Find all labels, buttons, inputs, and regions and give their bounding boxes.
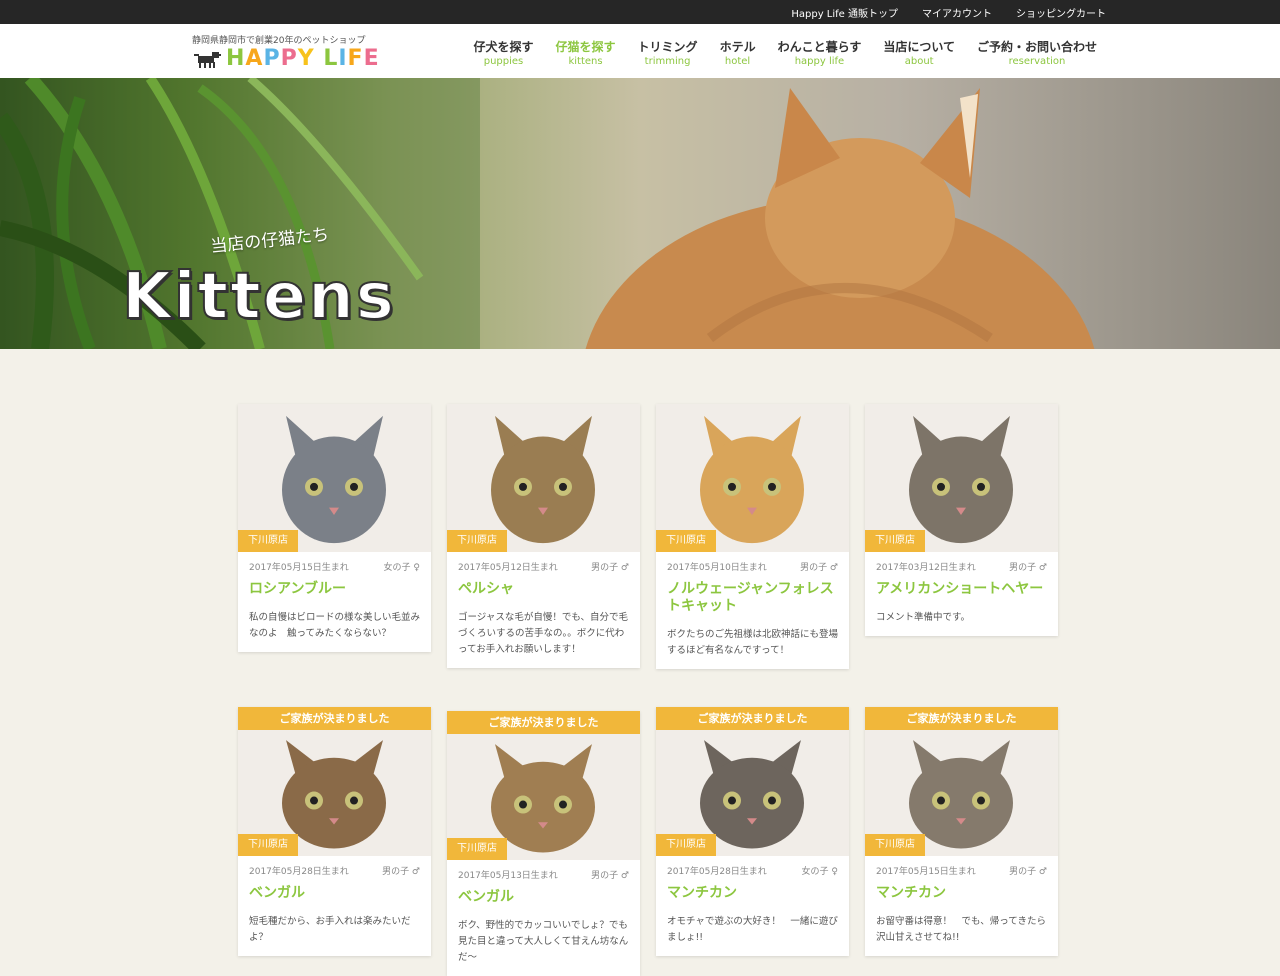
nav-about[interactable]: 当店について about bbox=[872, 39, 966, 69]
shop-top-link[interactable]: Happy Life 通販トップ bbox=[791, 5, 898, 20]
hero-banner: 当店の仔猫たち Kittens bbox=[0, 78, 1280, 349]
my-account-link[interactable]: マイアカウント bbox=[922, 5, 992, 20]
store-label: 下川原店 bbox=[865, 530, 925, 552]
kitten-photo[interactable]: 下川原店 bbox=[865, 730, 1058, 856]
birth-date: 2017年03月12日生まれ bbox=[876, 563, 976, 573]
sex-label: 男の子 ♂ bbox=[591, 871, 629, 881]
nav-kittens[interactable]: 仔猫を探す kittens bbox=[545, 39, 627, 69]
sex-label: 女の子 ♀ bbox=[383, 563, 420, 573]
hero-title: Kittens bbox=[121, 259, 396, 335]
birth-date: 2017年05月15日生まれ bbox=[249, 563, 349, 573]
kitten-card[interactable]: ご家族が決まりました 下川原店 2017年05月28日生まれ 女の子 ♀ マンチ… bbox=[656, 707, 849, 956]
kitten-photo[interactable]: 下川原店 bbox=[238, 730, 431, 856]
store-label: 下川原店 bbox=[656, 530, 716, 552]
kitten-description: ゴージャスな毛が自慢！でも、自分で毛づくろいするの苦手なの。。ボクに代わってお手… bbox=[458, 612, 629, 655]
adopted-banner: ご家族が決まりました bbox=[447, 711, 640, 734]
kitten-photo[interactable]: 下川原店 bbox=[447, 734, 640, 860]
logo-wordmark: HAPPY LIFE bbox=[226, 46, 380, 71]
birth-date: 2017年05月12日生まれ bbox=[458, 563, 558, 573]
sex-label: 女の子 ♀ bbox=[801, 867, 838, 877]
store-label: 下川原店 bbox=[238, 530, 298, 552]
logo-tagline: 静岡県静岡市で創業20年のペットショップ bbox=[192, 36, 366, 46]
breed-name[interactable]: ノルウェージャンフォレストキャット bbox=[667, 581, 838, 615]
sex-label: 男の子 ♂ bbox=[382, 867, 420, 877]
kitten-description: お留守番は得意！ でも、帰ってきたら沢山甘えさせてね!! bbox=[876, 916, 1046, 943]
birth-date: 2017年05月13日生まれ bbox=[458, 871, 558, 881]
nav-trimming[interactable]: トリミング trimming bbox=[627, 39, 709, 69]
kitten-card[interactable]: ご家族が決まりました 下川原店 2017年05月28日生まれ 男の子 ♂ ベンガ… bbox=[238, 707, 431, 956]
birth-date: 2017年05月15日生まれ bbox=[876, 867, 976, 877]
kitten-card[interactable]: 下川原店 2017年05月10日生まれ 男の子 ♂ ノルウェージャンフォレストキ… bbox=[656, 404, 849, 669]
nav-puppies[interactable]: 仔犬を探す puppies bbox=[463, 39, 545, 69]
store-label: 下川原店 bbox=[238, 834, 298, 856]
kitten-photo[interactable]: 下川原店 bbox=[656, 730, 849, 856]
adopted-banner: ご家族が決まりました bbox=[238, 707, 431, 730]
sex-label: 男の子 ♂ bbox=[800, 563, 838, 573]
kitten-description: 私の自慢はビロードの様な美しい毛並みなのよ 触ってみたくならない？ bbox=[249, 612, 421, 639]
birth-date: 2017年05月28日生まれ bbox=[249, 867, 349, 877]
breed-name[interactable]: ロシアンブルー bbox=[249, 581, 420, 598]
sex-label: 男の子 ♂ bbox=[591, 563, 629, 573]
kitten-description: ボク、野性的でカッコいいでしょ？でも見た目と違って大人しくて甘えん坊なんだ〜 bbox=[458, 920, 629, 963]
kitten-photo[interactable]: 下川原店 bbox=[447, 404, 640, 552]
kitten-card[interactable]: ご家族が決まりました 下川原店 2017年05月13日生まれ 男の子 ♂ ベンガ… bbox=[447, 711, 640, 976]
breed-name[interactable]: アメリカンショートヘヤー bbox=[876, 581, 1047, 598]
nav-reservation[interactable]: ご予約・お問い合わせ reservation bbox=[966, 39, 1108, 69]
adopted-banner: ご家族が決まりました bbox=[865, 707, 1058, 730]
main-nav: 仔犬を探す puppies 仔猫を探す kittens トリミング trimming … bbox=[463, 39, 1108, 69]
breed-name[interactable]: ベンガル bbox=[458, 889, 629, 906]
breed-name[interactable]: マンチカン bbox=[667, 885, 838, 902]
kitten-card[interactable]: 下川原店 2017年05月15日生まれ 女の子 ♀ ロシアンブルー 私の自慢はビ… bbox=[238, 404, 431, 652]
shopping-cart-link[interactable]: ショッピングカート bbox=[1016, 5, 1106, 20]
utility-bar: Happy Life 通販トップ マイアカウント ショッピングカート bbox=[0, 0, 1280, 24]
adopted-banner: ご家族が決まりました bbox=[656, 707, 849, 730]
kitten-photo[interactable]: 下川原店 bbox=[656, 404, 849, 552]
kitten-description: オモチャで遊ぶの大好き！ 一緒に遊びましょ!! bbox=[667, 916, 838, 943]
store-label: 下川原店 bbox=[447, 838, 507, 860]
dog-icon bbox=[194, 52, 221, 68]
kitten-card[interactable]: 下川原店 2017年05月12日生まれ 男の子 ♂ ペルシャ ゴージャスな毛が自… bbox=[447, 404, 640, 668]
breed-name[interactable]: ベンガル bbox=[249, 885, 420, 902]
breed-name[interactable]: マンチカン bbox=[876, 885, 1047, 902]
kitten-description: 短毛種だから、お手入れは楽みたいだよ？ bbox=[249, 916, 411, 943]
kitten-description: コメント準備中です。 bbox=[876, 612, 971, 623]
store-label: 下川原店 bbox=[656, 834, 716, 856]
sex-label: 男の子 ♂ bbox=[1009, 563, 1047, 573]
kitten-card[interactable]: 下川原店 2017年03月12日生まれ 男の子 ♂ アメリカンショートヘヤー コ… bbox=[865, 404, 1058, 636]
site-logo[interactable]: 静岡県静岡市で創業20年のペットショップ HAPPY LIFE bbox=[192, 33, 392, 73]
cat-back-image bbox=[585, 88, 1095, 349]
kitten-photo[interactable]: 下川原店 bbox=[865, 404, 1058, 552]
nav-happy-life[interactable]: わんこと暮らす happy life bbox=[767, 39, 873, 69]
birth-date: 2017年05月10日生まれ bbox=[667, 563, 767, 573]
kitten-card[interactable]: ご家族が決まりました 下川原店 2017年05月15日生まれ 男の子 ♂ マンチ… bbox=[865, 707, 1058, 956]
breed-name[interactable]: ペルシャ bbox=[458, 581, 629, 598]
sex-label: 男の子 ♂ bbox=[1009, 867, 1047, 877]
store-label: 下川原店 bbox=[447, 530, 507, 552]
kitten-description: ボクたちのご先祖様は北欧神話にも登場するほど有名なんですって！ bbox=[667, 629, 839, 656]
store-label: 下川原店 bbox=[865, 834, 925, 856]
site-header: 静岡県静岡市で創業20年のペットショップ HAPPY LIFE 仔犬を探す pup… bbox=[0, 24, 1280, 78]
nav-hotel[interactable]: ホテル hotel bbox=[709, 39, 767, 69]
birth-date: 2017年05月28日生まれ bbox=[667, 867, 767, 877]
kitten-photo[interactable]: 下川原店 bbox=[238, 404, 431, 552]
